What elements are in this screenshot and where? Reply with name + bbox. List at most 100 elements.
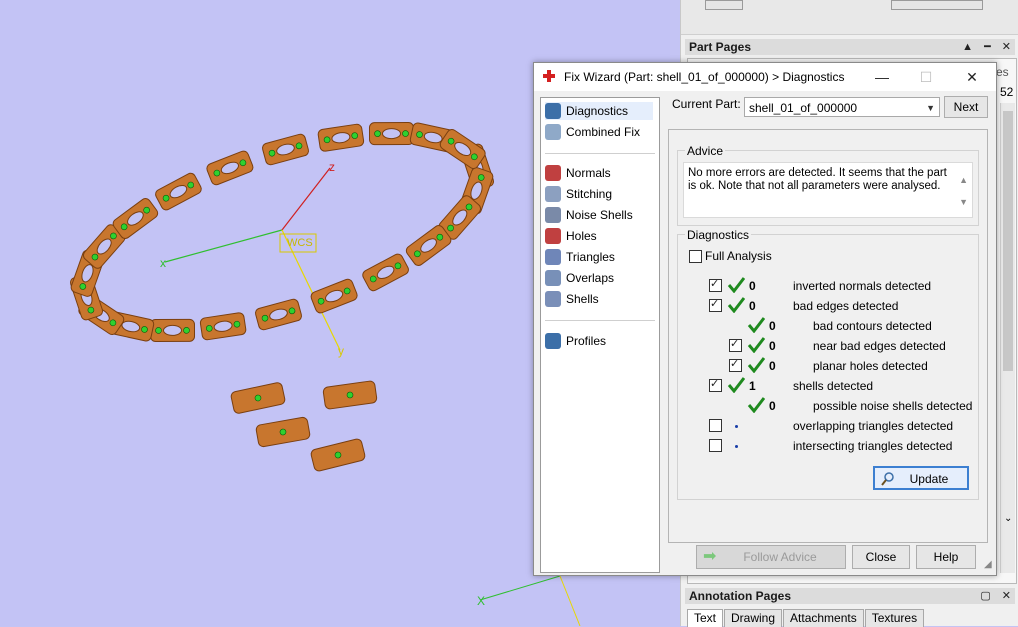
scroll-down-icon[interactable]: ⌄	[1004, 513, 1012, 524]
bracelet-link	[155, 172, 202, 211]
noise-shells-icon	[545, 207, 561, 223]
separated-shell-piece	[255, 416, 311, 448]
bracelet-link	[255, 298, 302, 331]
update-label: Update	[909, 472, 949, 486]
bracelet-link	[199, 312, 247, 341]
sidebar-item-overlaps[interactable]: Overlaps	[545, 269, 614, 287]
scrollbar-thumb[interactable]	[1003, 111, 1013, 371]
green-check-icon	[747, 397, 765, 413]
dialog-title: Fix Wizard (Part: shell_01_of_000000) > …	[564, 70, 845, 84]
sidebar-item-profiles[interactable]: Profiles	[545, 332, 606, 350]
dialog-titlebar[interactable]: Fix Wizard (Part: shell_01_of_000000) > …	[534, 63, 996, 91]
diagnostic-count: 0	[749, 299, 756, 313]
part-pages-scrollbar[interactable]: ⌄	[1000, 103, 1015, 573]
axis-x2-line	[479, 575, 561, 601]
tab-text[interactable]: Text	[687, 609, 724, 627]
axis-z-line	[281, 167, 331, 231]
axis-z-label: z	[329, 160, 335, 174]
diagnostic-count: 0	[769, 319, 776, 333]
diagnostic-checkbox[interactable]	[709, 419, 722, 432]
axis-x2-label: X	[477, 594, 486, 608]
diagnostic-checkbox[interactable]	[709, 277, 722, 292]
tab-attachments[interactable]: Attachments	[783, 609, 864, 627]
wizard-sidebar: Diagnostics Combined Fix Normals Stitching N…	[540, 97, 660, 573]
tab-textures[interactable]: Textures	[864, 609, 925, 627]
separated-shell-piece	[230, 382, 286, 414]
axis-y-label: y	[338, 344, 344, 358]
fix-wizard-dialog: Fix Wizard (Part: shell_01_of_000000) > …	[533, 62, 997, 576]
diagnostic-count: 0	[769, 399, 776, 413]
resize-grip-icon[interactable]: ◢	[984, 559, 992, 570]
sidebar-item-label: Triangles	[566, 250, 615, 264]
follow-advice-button[interactable]: ➡ Follow Advice	[696, 545, 846, 569]
sidebar-item-label: Profiles	[566, 334, 607, 348]
diagnostic-checkbox[interactable]	[709, 377, 722, 392]
top-stub-toolbar	[681, 0, 1018, 35]
partial-number: 52	[1000, 85, 1014, 99]
chevron-down-icon: ▼	[926, 103, 935, 113]
advice-scroll-arrows[interactable]: ▲ ▼	[959, 169, 968, 213]
stub-button-right[interactable]	[891, 0, 983, 10]
vertex-marker	[402, 130, 409, 137]
sidebar-item-label: Shells	[566, 292, 599, 306]
full-analysis-label: Full Analysis	[705, 249, 772, 263]
diagnostic-count: 1	[749, 379, 756, 393]
separated-shell-piece	[310, 438, 366, 472]
stub-button-left[interactable]	[705, 0, 743, 10]
bracelet-link	[362, 253, 409, 292]
close-window-button[interactable]: ✕	[960, 67, 984, 87]
sidebar-item-holes[interactable]: Holes	[545, 227, 597, 245]
update-button[interactable]: Update	[873, 466, 969, 490]
diagnostic-checkbox[interactable]	[729, 357, 742, 372]
partial-tab-label[interactable]: es	[996, 65, 1009, 79]
part-pages-controls[interactable]: ▲ ━ ✕	[962, 40, 1015, 53]
bracelet-link	[206, 150, 254, 186]
axis-x-label: x	[160, 256, 166, 270]
link-hole	[382, 128, 401, 140]
sidebar-item-shells[interactable]: Shells	[545, 290, 599, 308]
axis-y2-line	[559, 575, 581, 626]
sidebar-item-combined-fix[interactable]: Combined Fix	[545, 123, 640, 141]
diagnostic-checkbox[interactable]	[709, 439, 722, 452]
diagnostic-label: intersecting triangles detected	[793, 439, 953, 453]
stitching-cube-icon	[545, 186, 561, 202]
sidebar-item-noise-shells[interactable]: Noise Shells	[545, 206, 633, 224]
sidebar-item-diagnostics[interactable]: Diagnostics	[545, 102, 653, 120]
sidebar-item-normals[interactable]: Normals	[545, 164, 611, 182]
advice-text: No more errors are detected. It seems th…	[688, 167, 947, 192]
separated-shell-piece	[322, 380, 378, 410]
diagnostic-checkbox[interactable]	[709, 297, 722, 312]
sidebar-item-triangles[interactable]: Triangles	[545, 248, 615, 266]
next-button[interactable]: Next	[944, 96, 988, 118]
diagnostic-checkbox[interactable]	[729, 337, 742, 352]
pending-dot-icon	[735, 445, 738, 448]
diagnostic-label: inverted normals detected	[793, 279, 932, 293]
arrow-right-icon: ➡	[703, 548, 717, 565]
diagnostic-label: possible noise shells detected	[813, 399, 973, 413]
part-pages-title-text: Part Pages	[689, 40, 752, 54]
help-button[interactable]: Help	[916, 545, 976, 569]
current-part-select[interactable]: shell_01_of_000000 ▼	[744, 97, 940, 117]
diagnostic-count: 0	[769, 339, 776, 353]
sidebar-item-stitching[interactable]: Stitching	[545, 185, 612, 203]
magnifier-icon	[881, 472, 894, 486]
close-button[interactable]: Close	[852, 545, 910, 569]
wcs-label: WCS	[287, 237, 313, 249]
sidebar-item-label: Normals	[566, 166, 611, 180]
current-part-label: Current Part:	[672, 97, 741, 111]
annotation-pages-title-text: Annotation Pages	[689, 589, 792, 603]
tab-drawing[interactable]: Drawing	[724, 609, 783, 627]
maximize-button[interactable]: ☐	[914, 67, 938, 87]
green-check-icon	[747, 317, 765, 333]
magnifier-icon	[545, 103, 561, 119]
minimize-button[interactable]: —	[870, 67, 894, 87]
full-analysis-checkbox[interactable]	[689, 250, 702, 263]
bracelet-link	[149, 318, 196, 342]
sidebar-item-label: Diagnostics	[566, 104, 629, 118]
vertex-marker	[374, 130, 381, 137]
annotation-pages-title: Annotation Pages	[685, 588, 1015, 604]
annotation-pages-controls[interactable]: ▢ ✕	[980, 589, 1015, 602]
diagnostics-title: Diagnostics	[685, 228, 752, 242]
diagnostic-label: near bad edges detected	[813, 339, 946, 353]
diagnostic-label: planar holes detected	[813, 359, 928, 373]
